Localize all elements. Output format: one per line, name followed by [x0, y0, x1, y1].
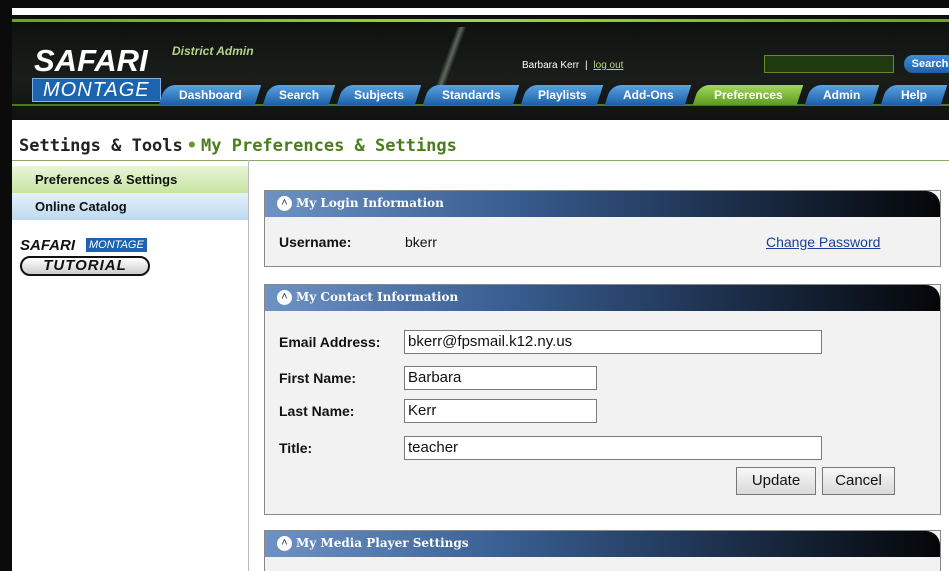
sidebar-divider [248, 160, 249, 571]
first-name-label: First Name: [279, 370, 357, 386]
user-info: Barbara Kerr | log out [522, 60, 623, 71]
nav-tab-label: Standards [441, 88, 501, 102]
last-name-field[interactable]: Kerr [404, 399, 597, 423]
nav-tab-preferences[interactable]: Preferences [692, 85, 804, 105]
nav-tab-label: Add-Ons [622, 88, 674, 102]
page: SAFARI MONTAGE District Admin Barbara Ke… [0, 0, 949, 571]
contact-info-title: My Contact Information [296, 290, 459, 304]
title-divider [12, 160, 949, 161]
nav-tab-subjects[interactable]: Subjects [336, 85, 422, 105]
username-value: bkerr [405, 234, 437, 250]
nav-tab-label: Dashboard [178, 88, 242, 102]
title-label: Title: [279, 440, 313, 456]
breadcrumb-root: Settings & Tools [19, 136, 183, 156]
media-player-header: ˄ My Media Player Settings [265, 531, 940, 557]
email-field[interactable]: bkerr@fpsmail.k12.ny.us [404, 330, 822, 354]
header-swoosh [432, 27, 472, 87]
header-banner: SAFARI MONTAGE District Admin Barbara Ke… [12, 15, 949, 120]
update-button[interactable]: Update [736, 467, 816, 495]
nav-tab-label: Admin [823, 88, 861, 102]
username-label: Username: [279, 234, 352, 250]
change-password-link[interactable]: Change Password [766, 234, 880, 250]
header-accent-line [12, 19, 949, 22]
nav-tab-label: Playlists [537, 88, 587, 102]
nav-tab-search[interactable]: Search [262, 85, 336, 105]
first-name-field[interactable]: Barbara [404, 366, 597, 390]
sidebar-item-preferences[interactable]: Preferences & Settings [12, 166, 248, 193]
left-border [0, 0, 12, 571]
tutorial-logo-montage: MONTAGE [86, 238, 147, 252]
cancel-button[interactable]: Cancel [822, 467, 895, 495]
nav-tab-addons[interactable]: Add-Ons [604, 85, 692, 105]
collapse-icon[interactable]: ˄ [277, 196, 292, 211]
nav-tab-dashboard[interactable]: Dashboard [158, 85, 262, 105]
email-label: Email Address: [279, 334, 381, 350]
breadcrumb-bullet: • [186, 136, 198, 156]
nav-tab-label: Subjects [353, 88, 404, 102]
login-info-title: My Login Information [296, 196, 444, 210]
contact-info-header: ˄ My Contact Information [265, 285, 940, 311]
header-search-button[interactable]: Search [904, 55, 949, 73]
login-info-panel: ˄ My Login Information Username: bkerr C… [264, 190, 941, 267]
contact-info-panel: ˄ My Contact Information Email Address: … [264, 284, 941, 515]
user-separator: | [585, 60, 588, 71]
media-player-panel: ˄ My Media Player Settings [264, 530, 941, 571]
logout-link[interactable]: log out [593, 60, 623, 71]
nav-tab-standards[interactable]: Standards [422, 85, 520, 105]
sidebar-item-online-catalog[interactable]: Online Catalog [12, 193, 248, 220]
login-info-header: ˄ My Login Information [265, 191, 940, 217]
breadcrumb-current: My Preferences & Settings [201, 136, 457, 156]
header-search-input[interactable] [764, 55, 894, 73]
page-title: Settings & Tools • My Preferences & Settin… [19, 136, 457, 156]
role-label: District Admin [172, 44, 254, 58]
nav-tab-label: Preferences [713, 88, 783, 102]
logo-safari-text: SAFARI [34, 43, 148, 78]
nav-tab-help[interactable]: Help [880, 85, 948, 105]
nav-tab-playlists[interactable]: Playlists [520, 85, 604, 105]
logo-montage-text: MONTAGE [32, 78, 161, 102]
tutorial-button[interactable]: TUTORIAL [20, 256, 150, 276]
last-name-label: Last Name: [279, 403, 355, 419]
collapse-icon[interactable]: ˄ [277, 290, 292, 305]
user-name: Barbara Kerr [522, 60, 580, 71]
nav-tab-label: Search [278, 88, 320, 102]
collapse-icon[interactable]: ˄ [277, 536, 292, 551]
nav-tab-label: Help [900, 88, 927, 102]
nav-tab-admin[interactable]: Admin [804, 85, 880, 105]
media-player-title: My Media Player Settings [296, 536, 469, 550]
top-border [0, 0, 949, 8]
tutorial-logo-safari: SAFARI [20, 237, 76, 254]
title-field[interactable]: teacher [404, 436, 822, 460]
